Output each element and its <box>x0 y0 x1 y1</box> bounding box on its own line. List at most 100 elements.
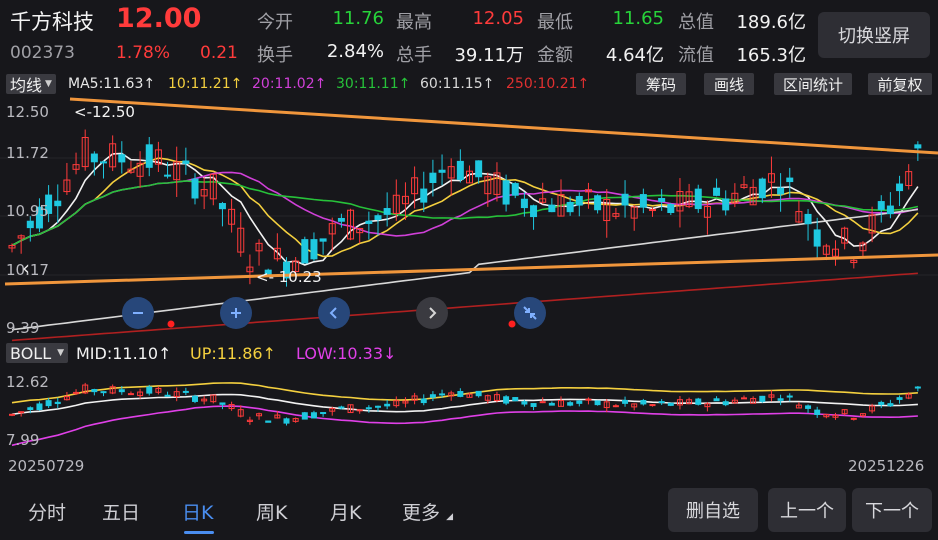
quote-value: 2.84% <box>326 41 384 62</box>
ma60-value: 60:11.15↑ <box>420 76 495 92</box>
plus-icon <box>231 308 241 318</box>
candle-body <box>878 401 885 406</box>
candle-body <box>520 198 528 209</box>
candle-body <box>383 208 391 215</box>
change-value: 0.21 <box>200 43 238 63</box>
candle-body <box>18 411 25 414</box>
candle-body <box>310 239 318 260</box>
candle-body <box>649 209 656 212</box>
quote-label: 金额 <box>537 45 573 66</box>
price-tick-label: 10.95 <box>6 202 49 220</box>
tab-intraday[interactable]: 分时 <box>28 498 66 525</box>
corner-triangle-icon: ◢ <box>446 512 453 522</box>
candle-body <box>914 144 922 149</box>
price-tick-label: 11.72 <box>6 144 49 162</box>
candle-body <box>429 172 437 183</box>
candle-body <box>439 393 446 396</box>
draw-line-button[interactable]: 画线 <box>704 73 754 95</box>
candle-body <box>886 205 894 215</box>
candle-body <box>850 417 857 420</box>
boll-select[interactable]: BOLL ▼ <box>6 343 69 363</box>
candle-body <box>804 213 812 225</box>
candle-body <box>301 412 308 420</box>
boll-chart[interactable]: 12.62 7.99 <box>0 362 938 462</box>
ma10-value: 10:11.21↑ <box>168 76 243 92</box>
candle-body <box>576 400 583 404</box>
zoom-in-icon[interactable] <box>220 297 252 329</box>
candle-body <box>539 401 546 404</box>
previous-button[interactable]: 上一个 <box>768 488 846 532</box>
candle-body <box>713 398 720 402</box>
candle-body <box>667 203 675 213</box>
candle-body <box>54 200 62 207</box>
scroll-left-icon[interactable] <box>318 297 350 329</box>
candle-body <box>914 386 921 389</box>
stock-price: 12.00 <box>116 3 202 34</box>
quote-label: 换手 <box>257 45 293 66</box>
candle-body <box>91 389 98 393</box>
candle-body <box>612 405 619 408</box>
candle-body <box>621 193 629 206</box>
candle-body <box>805 405 812 409</box>
bottom-bar: 分时 五日 日K 周K 月K 更多 ◢ 删自选 上一个 下一个 <box>0 480 938 540</box>
indicator-select[interactable]: 均线 ▼ <box>6 74 56 95</box>
forward-adjust-button[interactable]: 前复权 <box>868 73 932 95</box>
quote-value: 4.64亿 <box>605 45 664 66</box>
event-dot <box>167 320 175 328</box>
chevron-left-icon[interactable]: ‹ <box>22 256 30 280</box>
tab-more-label: 更多 <box>402 502 441 524</box>
quote-value: 39.11万 <box>454 45 524 66</box>
chips-button[interactable]: 筹码 <box>636 73 686 95</box>
boll-low-line <box>11 405 918 447</box>
candle-body <box>192 395 198 402</box>
ma20-line <box>11 171 919 247</box>
candle-body <box>218 203 226 210</box>
candle-body <box>438 169 446 173</box>
zoom-out-icon[interactable] <box>122 297 154 329</box>
quote-value: 12.05 <box>472 8 524 29</box>
tab-five-day[interactable]: 五日 <box>102 498 140 525</box>
ma-indicator-bar: 均线 ▼ MA5:11.63↑ 10:11.21↑ 20:11.02↑ 30:1… <box>0 72 938 98</box>
candle-body <box>713 187 721 196</box>
range-stats-button[interactable]: 区间统计 <box>774 73 852 95</box>
tab-monthly-k[interactable]: 月K <box>330 498 361 525</box>
candle-body <box>813 229 821 247</box>
low-annotation: <- 10.23 <box>256 268 322 286</box>
remove-watchlist-button[interactable]: 删自选 <box>668 488 758 532</box>
price-tick-label: 9.39 <box>6 319 39 337</box>
candle-body <box>118 154 126 163</box>
candle-body <box>896 397 903 400</box>
candle-body <box>338 406 345 409</box>
candle-body <box>375 405 381 408</box>
collapse-icon[interactable] <box>514 297 546 329</box>
quote-label: 最低 <box>537 12 573 33</box>
candle-body <box>456 160 464 180</box>
candle-body <box>658 401 665 404</box>
shrink-arrows-icon <box>523 306 537 320</box>
candle-body <box>722 401 729 406</box>
minus-icon <box>133 312 143 314</box>
candle-body <box>777 187 785 195</box>
candle-body <box>877 201 885 210</box>
scroll-right-icon[interactable] <box>416 297 448 329</box>
next-button[interactable]: 下一个 <box>852 488 932 532</box>
boll-indicator-bar: BOLL ▼ MID:11.10↑ UP:11.86↑ LOW:10.33↓ <box>0 340 938 364</box>
candle-body <box>182 160 190 164</box>
tab-weekly-k[interactable]: 周K <box>256 498 287 525</box>
candle-body <box>594 400 601 406</box>
quote-value: 189.6亿 <box>736 12 806 33</box>
switch-portrait-button[interactable]: 切换竖屏 <box>818 12 930 58</box>
candle-body <box>548 402 555 406</box>
price-tick-label: 12.50 <box>6 103 49 121</box>
boll-label: BOLL <box>10 343 52 363</box>
candle-body <box>118 389 125 393</box>
date-end: 20251226 <box>848 457 925 475</box>
quote-value: 11.76 <box>332 8 384 29</box>
tab-daily-k[interactable]: 日K <box>182 498 213 525</box>
candle-body <box>530 403 537 407</box>
candle-body <box>26 220 34 229</box>
tab-more[interactable]: 更多 ◢ <box>402 498 453 525</box>
candle-body <box>695 398 702 405</box>
quote-label: 今开 <box>257 12 293 33</box>
candle-body <box>145 144 153 168</box>
